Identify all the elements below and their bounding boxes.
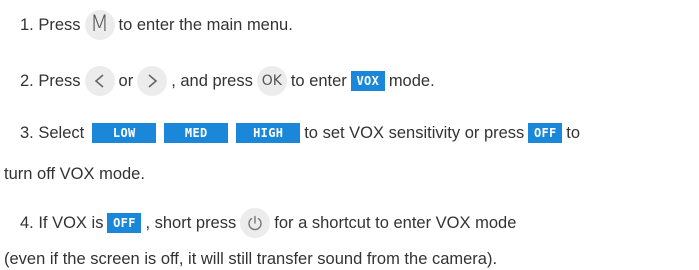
step-4-mid: , short press — [145, 214, 237, 232]
ok-key-label: OK — [261, 73, 282, 89]
step-3: 3. Select LOW MED HIGH to set VOX sensit… — [20, 122, 580, 144]
step-3-mid: to set VOX sensitivity or press — [304, 124, 525, 142]
step-3-line2: turn off VOX mode. — [4, 165, 145, 183]
instruction-page: 1. Press M to enter the main menu. 2. Pr… — [0, 0, 699, 269]
off-badge-step4: OFF — [107, 213, 142, 233]
menu-key-label: M — [90, 12, 110, 37]
step-2-or: or — [118, 72, 134, 90]
step-3-end: to — [566, 124, 581, 142]
step-4: 4. If VOX is OFF , short press for a sho… — [20, 208, 516, 238]
chevron-left-icon — [84, 66, 115, 96]
step-4-line2: (even if the screen is off, it will stil… — [4, 250, 498, 268]
vox-badge: VOX — [350, 71, 385, 91]
step-2: 2. Press or , and press OK to enter VOX … — [20, 66, 435, 96]
med-badge: MED — [164, 123, 229, 143]
step-4-prefix: 4. If VOX is — [20, 214, 104, 232]
step-1-prefix: 1. Press — [20, 16, 81, 34]
menu-key-icon: M — [84, 10, 115, 40]
step-4-continuation: (even if the screen is off, it will stil… — [4, 248, 497, 270]
step-2-prefix: 2. Press — [20, 72, 81, 90]
step-1-suffix: to enter the main menu. — [118, 16, 293, 34]
ok-key-icon: OK — [256, 66, 287, 96]
chevron-right-icon — [137, 66, 168, 96]
off-badge: OFF — [528, 123, 563, 143]
high-badge: HIGH — [236, 123, 301, 143]
power-icon — [240, 208, 271, 238]
step-3-prefix: 3. Select — [20, 124, 85, 142]
step-3-continuation: turn off VOX mode. — [4, 163, 145, 185]
step-2-suffix: mode. — [388, 72, 435, 90]
step-2-mid: , and press — [171, 72, 253, 90]
low-badge: LOW — [92, 123, 157, 143]
step-4-suffix: for a shortcut to enter VOX mode — [274, 214, 517, 232]
step-2-mid2: to enter — [290, 72, 347, 90]
step-1: 1. Press M to enter the main menu. — [20, 10, 293, 40]
